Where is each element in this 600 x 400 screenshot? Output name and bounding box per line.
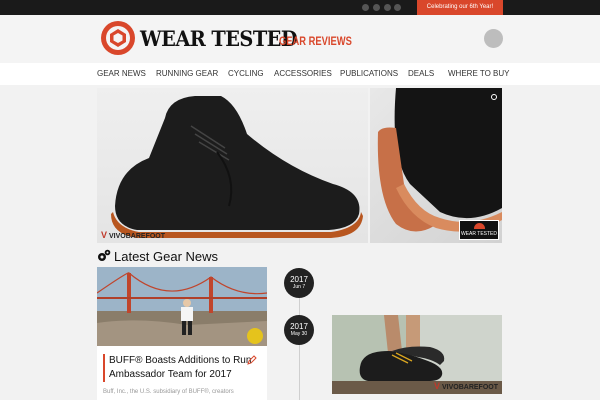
celebrate-banner-link[interactable]: Celebrating our 6th Year! <box>417 0 503 15</box>
wear-tested-badge: WEAR TESTED <box>459 220 499 240</box>
main-nav: GEAR NEWS RUNNING GEAR CYCLING ACCESSORI… <box>0 63 600 85</box>
twitter-icon[interactable] <box>373 4 380 11</box>
gears-icon <box>98 249 111 261</box>
post-excerpt: Buff, Inc., the U.S. subsidiary of BUFF®… <box>103 389 234 395</box>
pencil-icon <box>247 355 257 365</box>
date-badge: 2017 May 30 <box>284 315 314 345</box>
section-title-text: Latest Gear News <box>114 249 219 264</box>
brand-logo-vivobarefoot: V VIVOBAREFOOT <box>433 381 498 391</box>
nav-item-accessories[interactable]: ACCESSORIES <box>274 63 332 85</box>
search-button[interactable] <box>484 29 503 48</box>
section-title-latest-news: Latest Gear News <box>97 249 218 265</box>
brand-logo-vivobarefoot: V VIVOBAREFOOT <box>101 230 166 240</box>
facebook-icon[interactable] <box>362 4 369 11</box>
date-month-day: May 30 <box>290 331 308 337</box>
nav-item-publications[interactable]: PUBLICATIONS <box>340 63 398 85</box>
top-bar: Celebrating our 6th Year! <box>0 0 600 15</box>
logo-text[interactable]: WEAR TESTED <box>140 26 298 51</box>
nav-item-running-gear[interactable]: RUNNING GEAR <box>156 63 218 85</box>
bridge-runner-illustration <box>97 267 267 346</box>
hero-slider[interactable]: V VIVOBAREFOOT WEAR TESTED <box>97 88 502 243</box>
logo-icon[interactable] <box>100 20 136 56</box>
post-title[interactable]: BUFF® Boasts Additions to Run Ambassador… <box>103 354 253 382</box>
post-image-shoes[interactable]: V VIVOBAREFOOT <box>332 315 502 394</box>
slider-dots <box>254 234 376 238</box>
logo-tagline: GEAR REVIEWS <box>279 34 352 48</box>
nav-item-cycling[interactable]: CYCLING <box>228 63 264 85</box>
date-year: 2017 <box>290 275 308 284</box>
nav-item-gear-news[interactable]: GEAR NEWS <box>97 63 146 85</box>
date-month-day: Jun 7 <box>292 284 306 290</box>
post-image-bridge-runner[interactable] <box>97 267 267 346</box>
instagram-icon[interactable] <box>394 4 401 11</box>
date-year: 2017 <box>290 322 308 331</box>
post-card[interactable]: BUFF® Boasts Additions to Run Ambassador… <box>97 346 267 400</box>
google-plus-icon[interactable] <box>384 4 391 11</box>
shoe-illustration <box>111 96 363 238</box>
hero-image-shoe[interactable]: V VIVOBAREFOOT <box>97 88 368 243</box>
nav-item-where-to-buy[interactable]: WHERE TO BUY <box>448 63 510 85</box>
nav-item-deals[interactable]: DEALS <box>408 63 434 85</box>
date-badge: 2017 Jun 7 <box>284 268 314 298</box>
site-header: WEAR TESTED GEAR REVIEWS <box>0 15 600 63</box>
